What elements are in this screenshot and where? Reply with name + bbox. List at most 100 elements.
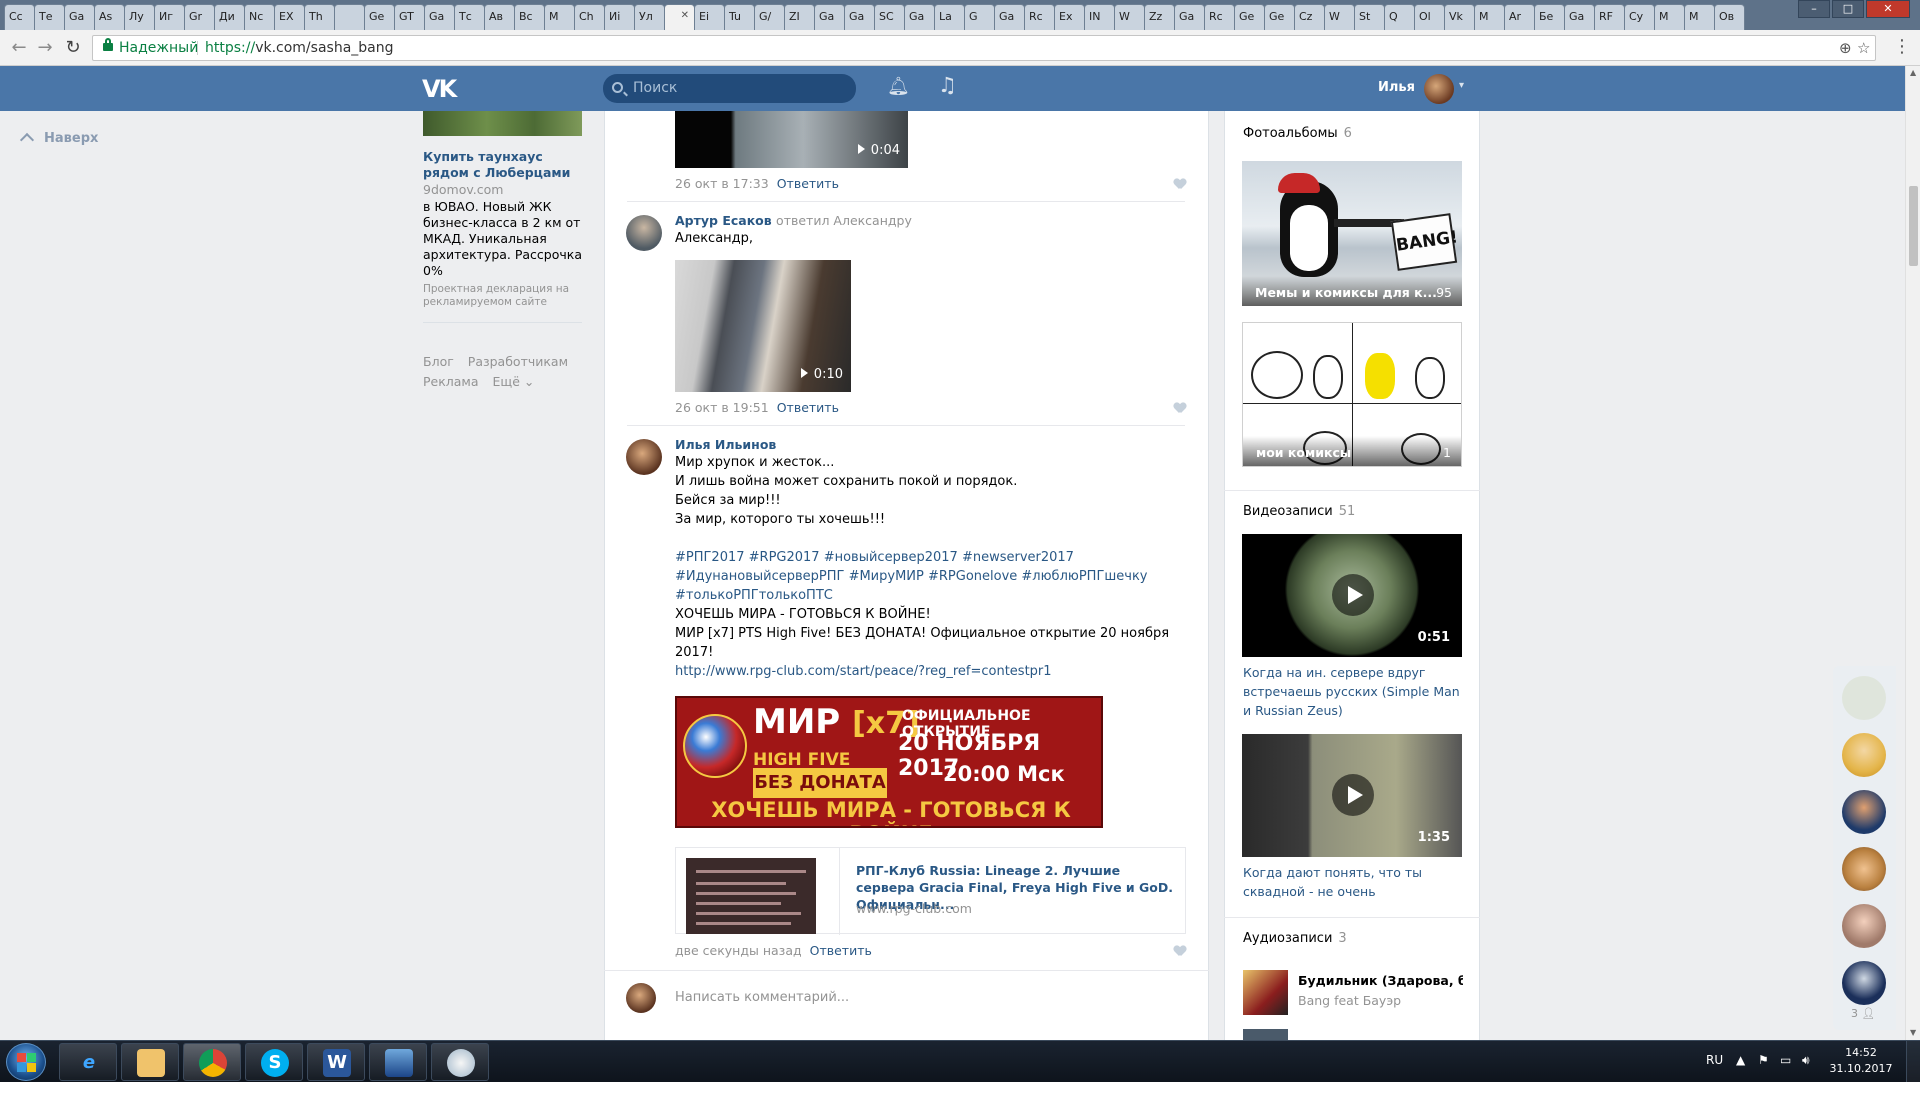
page-scrollbar[interactable]: ▲ ▼ <box>1905 66 1920 1040</box>
taskbar-paint[interactable] <box>431 1043 489 1081</box>
browser-tab[interactable]: Ge <box>1264 4 1295 30</box>
browser-tab[interactable]: W <box>1324 4 1355 30</box>
chevron-down-icon[interactable]: ▾ <box>1459 80 1464 91</box>
friend-avatar[interactable] <box>1842 961 1886 1005</box>
start-button[interactable] <box>6 1043 46 1081</box>
browser-tab[interactable]: IN <box>1084 4 1115 30</box>
friend-avatar[interactable] <box>1842 847 1886 891</box>
browser-tab[interactable]: Ga <box>424 4 455 30</box>
language-indicator[interactable]: RU <box>1706 1053 1723 1067</box>
taskbar-ie[interactable]: e <box>59 1043 117 1081</box>
video-thumbnail[interactable]: 1:35 <box>1242 734 1462 857</box>
browser-tab[interactable]: RF <box>1594 4 1625 30</box>
comment-time[interactable]: 26 окт в 19:51 <box>675 400 769 415</box>
browser-tab[interactable]: М <box>544 4 575 30</box>
browser-tab[interactable]: Бе <box>1534 4 1565 30</box>
footer-link-blog[interactable]: Блог <box>423 354 454 369</box>
author-name[interactable]: Артур Есаков <box>675 213 772 228</box>
browser-tab[interactable]: Vk <box>1444 4 1475 30</box>
ad-image[interactable] <box>423 111 582 136</box>
browser-tab[interactable]: Ol <box>1414 4 1445 30</box>
comment-hashtags[interactable]: #РПГ2017 #RPG2017 #новыйсервер2017 #news… <box>675 548 1175 605</box>
audio-track-artist[interactable]: Bang feat Бауэр <box>1298 993 1401 1008</box>
heart-icon[interactable] <box>1174 946 1186 956</box>
browser-tab[interactable]: Ga <box>904 4 935 30</box>
audio-cover[interactable] <box>1243 1029 1288 1040</box>
footer-link-ads[interactable]: Реклама <box>423 374 479 389</box>
browser-tab[interactable]: Ов <box>1714 4 1745 30</box>
browser-tab[interactable]: Ge <box>364 4 395 30</box>
network-icon[interactable]: ▭ <box>1780 1053 1791 1067</box>
browser-tab[interactable]: Ar <box>1504 4 1535 30</box>
album-thumbnail[interactable]: мои комиксы 1 <box>1242 322 1462 467</box>
minimize-icon[interactable]: – <box>1798 0 1830 18</box>
reply-button[interactable]: Ответить <box>777 400 839 415</box>
footer-link-more[interactable]: Ещё ⌄ <box>493 374 535 389</box>
friend-avatar[interactable] <box>1842 904 1886 948</box>
videos-header[interactable]: Видеозаписи 51 <box>1243 504 1355 519</box>
browser-tab[interactable]: Ga <box>994 4 1025 30</box>
taskbar-network-app[interactable] <box>369 1043 427 1081</box>
user-name[interactable]: Илья <box>1378 80 1415 95</box>
friend-avatar[interactable] <box>1842 733 1886 777</box>
browser-tab[interactable]: Cy <box>1624 4 1655 30</box>
video-caption[interactable]: Когда дают понять, что ты сквадной - не … <box>1243 863 1468 901</box>
heart-icon[interactable] <box>1174 403 1186 413</box>
browser-tab[interactable]: As <box>94 4 125 30</box>
music-icon[interactable]: ♫ <box>938 73 957 97</box>
tray-expand-icon[interactable]: ▲ <box>1736 1053 1745 1067</box>
browser-tab[interactable]: Rc <box>1024 4 1055 30</box>
album-thumbnail[interactable]: BANG! Мемы и комиксы для к... 95 <box>1242 161 1462 306</box>
browser-menu-icon[interactable]: ⋮ <box>1892 36 1912 60</box>
vk-logo-icon[interactable]: VK <box>422 75 460 103</box>
browser-tab[interactable]: Ex <box>1054 4 1085 30</box>
friends-count[interactable]: 3 👤︎ <box>1851 1007 1875 1020</box>
show-desktop-button[interactable] <box>1906 1041 1920 1083</box>
browser-tab[interactable]: Ga <box>64 4 95 30</box>
browser-tab[interactable]: Сс <box>4 4 35 30</box>
audio-track-title[interactable]: Будильник (Здарова, ба... <box>1298 973 1463 988</box>
scroll-to-top-link[interactable]: Наверх <box>19 131 98 148</box>
reply-button[interactable]: Ответить <box>810 943 872 958</box>
browser-tab[interactable]: Ch <box>574 4 605 30</box>
video-caption[interactable]: Когда на ин. сервере вдруг встречаешь ру… <box>1243 663 1468 720</box>
browser-tab[interactable]: Ge <box>1234 4 1265 30</box>
bookmark-star-icon[interactable]: ☆ <box>1857 36 1870 60</box>
volume-icon[interactable]: 🔊︎ <box>1802 1053 1810 1068</box>
close-tab-icon[interactable]: ✕ <box>681 10 689 21</box>
browser-tab[interactable]: Rc <box>1204 4 1235 30</box>
video-thumbnail[interactable]: 0:51 <box>1242 534 1462 657</box>
browser-tab[interactable]: Ga <box>1174 4 1205 30</box>
reload-icon[interactable]: ↻ <box>62 38 84 58</box>
albums-header[interactable]: Фотоальбомы 6 <box>1243 126 1352 141</box>
ad-title[interactable]: Купить таунхаус рядом с Люберцами <box>423 149 583 181</box>
flag-icon[interactable]: ⚑ <box>1758 1053 1769 1067</box>
user-avatar[interactable] <box>1424 74 1454 104</box>
browser-tab[interactable]: Ди <box>214 4 245 30</box>
reply-button[interactable]: Ответить <box>777 176 839 191</box>
browser-tab[interactable]: Tu <box>724 4 755 30</box>
scroll-up-arrow-icon[interactable]: ▲ <box>1910 68 1916 77</box>
comment-time[interactable]: 26 окт в 17:33 <box>675 176 769 191</box>
commenter-avatar[interactable] <box>626 439 662 475</box>
browser-tab[interactable]: Вс <box>514 4 545 30</box>
close-icon[interactable]: ✕ <box>1866 0 1910 18</box>
browser-tab[interactable]: Ei <box>694 4 725 30</box>
browser-tab[interactable]: Nc <box>244 4 275 30</box>
bell-icon[interactable]: 🔔︎ <box>887 76 910 97</box>
back-arrow-icon[interactable]: ← <box>8 38 30 58</box>
friend-avatar[interactable] <box>1842 790 1886 834</box>
taskbar-clock[interactable]: 14:52 31.10.2017 <box>1826 1045 1896 1077</box>
browser-tab[interactable]: Ул <box>634 4 665 30</box>
browser-tab[interactable]: EX <box>274 4 305 30</box>
browser-tab[interactable]: Cz <box>1294 4 1325 30</box>
browser-tab[interactable]: St <box>1354 4 1385 30</box>
browser-tab[interactable]: Лу <box>124 4 155 30</box>
browser-tab[interactable]: Иі <box>604 4 635 30</box>
browser-tab[interactable]: G <box>964 4 995 30</box>
friend-avatar[interactable] <box>1842 676 1886 720</box>
browser-tab[interactable]: ZI <box>784 4 815 30</box>
comment-time[interactable]: две секунды назад <box>675 943 802 958</box>
browser-tab[interactable]: W <box>1114 4 1145 30</box>
promo-banner-image[interactable]: МИР [x7] ОФИЦИАЛЬНОЕ ОТКРЫТИЕ 20 НОЯБРЯ … <box>675 696 1103 828</box>
